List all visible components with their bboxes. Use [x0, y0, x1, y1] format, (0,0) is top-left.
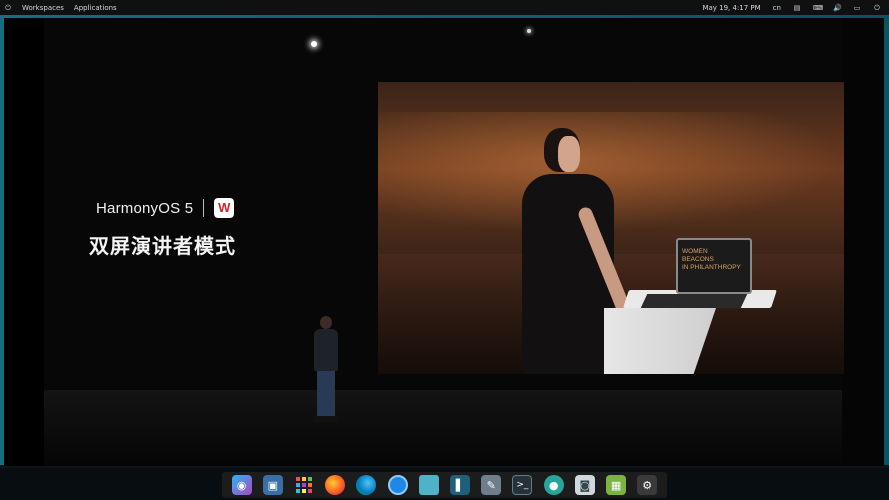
search-icon[interactable]: ◉ — [231, 475, 252, 495]
clock[interactable]: May 19, 4:17 PM — [702, 4, 760, 12]
stage-light — [311, 41, 317, 47]
wps-logo-icon: W — [214, 198, 235, 218]
letterbox-right — [842, 18, 884, 466]
image-icon[interactable]: ▦ — [606, 475, 627, 495]
slide-title: 双屏演讲者模式 — [89, 234, 236, 258]
dock: ◉ ▣ ▌ ✎ >_ ● ◙ ▦ ⚙ — [222, 472, 667, 498]
harmonyos-logo: HarmonyOS 5 — [96, 199, 194, 217]
terminal-icon[interactable]: >_ — [512, 475, 533, 495]
workspaces-menu[interactable]: Workspaces — [22, 4, 64, 12]
speaker-legs — [317, 371, 335, 417]
store-icon[interactable]: ● — [543, 475, 564, 495]
edge-icon[interactable] — [356, 475, 377, 495]
browser-icon[interactable] — [387, 475, 408, 495]
laptop-title-text: WOMEN BEACONS IN PHILANTHROPY — [682, 248, 741, 271]
power-icon[interactable]: ⏻ — [4, 4, 12, 12]
speaker-torso — [314, 329, 338, 371]
speaker-head — [320, 316, 332, 329]
podium-stand — [604, 308, 716, 374]
top-bar: ⏻ Workspaces Applications May 19, 4:17 P… — [0, 0, 889, 15]
letterbox-left — [4, 18, 44, 466]
input-language[interactable]: cn — [773, 4, 781, 12]
power-menu-icon[interactable]: ⏻ — [873, 4, 881, 12]
folder-icon[interactable] — [418, 475, 439, 495]
speaker-shoes — [314, 416, 338, 422]
speaker-figure — [308, 316, 344, 426]
laptop-screen: WOMEN BEACONS IN PHILANTHROPY — [676, 238, 752, 294]
camera-icon[interactable]: ◙ — [574, 475, 595, 495]
stage-floor — [44, 390, 842, 466]
brand-lockup: HarmonyOS 5 W — [96, 198, 235, 218]
stage-light — [527, 29, 531, 33]
clipboard-icon[interactable]: ▤ — [793, 4, 801, 12]
gear-icon[interactable]: ⚙ — [637, 475, 658, 495]
firefox-icon[interactable] — [325, 475, 346, 495]
presenter-face — [558, 136, 580, 172]
window-icon[interactable]: ▣ — [262, 475, 283, 495]
presenter-body — [522, 174, 614, 374]
grid-icon[interactable] — [294, 475, 314, 495]
keyboard-icon[interactable]: ⌨ — [813, 4, 823, 12]
laptop-slide-title: WOMEN BEACONS IN PHILANTHROPY — [682, 248, 741, 272]
applications-menu[interactable]: Applications — [74, 4, 117, 12]
volume-icon[interactable]: 🔊 — [833, 4, 842, 12]
editor-icon[interactable]: ✎ — [481, 475, 502, 495]
split-icon[interactable]: ▌ — [450, 475, 471, 495]
video-player[interactable]: HarmonyOS 5 W 双屏演讲者模式 WOMEN BEACONS IN P… — [4, 18, 884, 466]
laptop-keyboard — [640, 294, 748, 308]
battery-icon[interactable]: ▭ — [853, 4, 861, 12]
divider — [203, 199, 205, 217]
